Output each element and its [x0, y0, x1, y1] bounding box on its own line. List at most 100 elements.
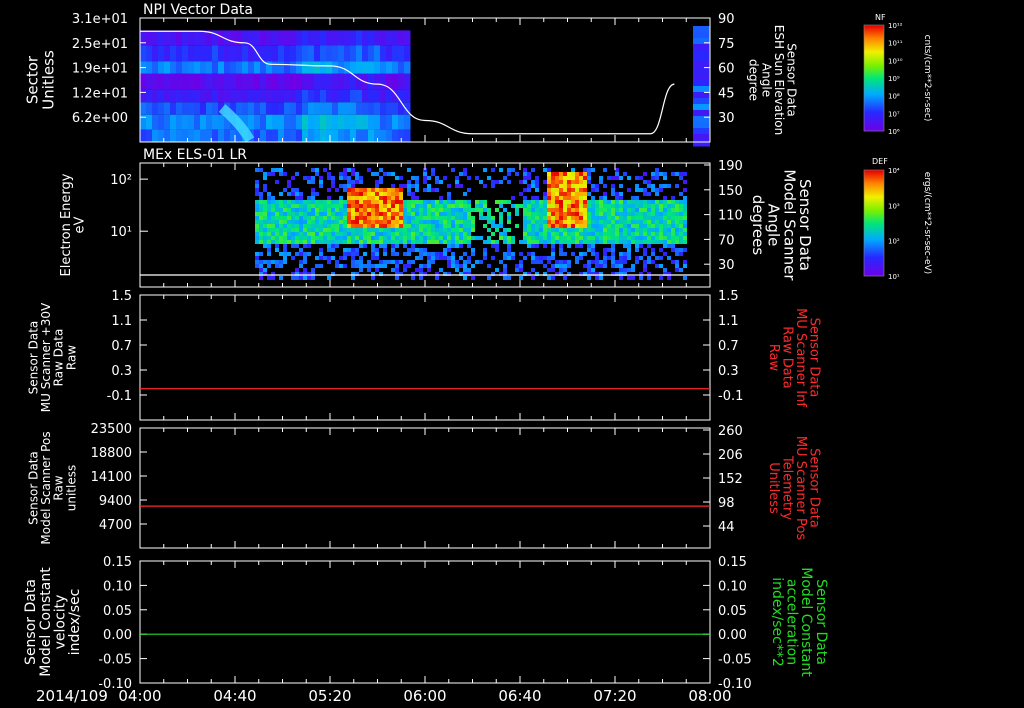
- heatmap-cell: [260, 102, 267, 115]
- heatmap-cell: [463, 268, 467, 272]
- heatmap-cell: [379, 176, 383, 180]
- heatmap-cell: [435, 224, 439, 228]
- heatmap-cell: [319, 252, 323, 256]
- heatmap-cell: [439, 208, 443, 212]
- heatmap-cell: [663, 176, 667, 180]
- panel-npi: NPI Vector Data3.1e+012.5e+011.9e+011.2e…: [24, 2, 799, 147]
- heatmap-cell: [295, 240, 299, 244]
- heatmap-cell: [483, 252, 487, 256]
- heatmap-cell: [635, 212, 639, 216]
- heatmap-cell: [383, 192, 387, 196]
- heatmap-cell: [344, 73, 351, 90]
- heatmap-cell: [307, 228, 311, 232]
- heatmap-cell: [371, 208, 375, 212]
- heatmap-cell: [471, 224, 475, 228]
- heatmap-cell: [693, 140, 710, 147]
- heatmap-cell: [326, 114, 333, 130]
- heatmap-cell: [407, 212, 411, 216]
- heatmap-cell: [359, 244, 363, 248]
- heatmap-cell: [391, 204, 395, 208]
- heatmap-cell: [615, 264, 619, 268]
- heatmap-cell: [259, 260, 263, 264]
- heatmap-cell: [320, 129, 327, 142]
- axis-label-line: Sensor Data: [813, 579, 829, 665]
- heatmap-cell: [278, 45, 285, 62]
- heatmap-cell: [567, 236, 571, 240]
- heatmap-cell: [263, 212, 267, 216]
- heatmap-cell: [350, 102, 357, 115]
- heatmap-cell: [575, 236, 579, 240]
- heatmap-cell: [343, 216, 347, 220]
- heatmap-cell: [283, 220, 287, 224]
- heatmap-cell: [683, 196, 687, 200]
- heatmap-cell: [347, 204, 351, 208]
- heatmap-cell: [523, 172, 527, 176]
- heatmap-cell: [164, 89, 171, 103]
- heatmap-cell: [675, 212, 679, 216]
- colorbar-1: DEF10⁴10³10²10¹ergs/(cm**2-sr-sec-eV): [863, 157, 932, 281]
- heatmap-cell: [439, 236, 443, 240]
- heatmap-cell: [583, 204, 587, 208]
- heatmap-cell: [323, 212, 327, 216]
- heatmap-cell: [471, 208, 475, 212]
- heatmap-cell: [531, 256, 535, 260]
- heatmap-cell: [531, 260, 535, 264]
- heatmap-cell: [404, 30, 411, 46]
- heatmap-cell: [267, 192, 271, 196]
- heatmap-cell: [375, 236, 379, 240]
- heatmap-cell: [627, 256, 631, 260]
- heatmap-cell: [439, 204, 443, 208]
- heatmap-cell: [315, 224, 319, 228]
- heatmap-cell: [423, 240, 427, 244]
- heatmap-cell: [335, 204, 339, 208]
- heatmap-cell: [419, 208, 423, 212]
- heatmap-cell: [459, 184, 463, 188]
- heatmap-cell: [335, 200, 339, 204]
- heatmap-cell: [491, 244, 495, 248]
- heatmap-cell: [303, 232, 307, 236]
- heatmap-cell: [535, 260, 539, 264]
- heatmap-cell: [619, 192, 623, 196]
- heatmap-cell: [587, 264, 591, 268]
- heatmap-cell: [579, 196, 583, 200]
- heatmap-cell: [651, 220, 655, 224]
- y2-axis-label: Sensor DataESH Sun ElevationAngledegree: [747, 25, 799, 135]
- heatmap-cell: [368, 45, 375, 62]
- colorbar-tick-label: 10²: [888, 238, 900, 246]
- heatmap-cell: [591, 224, 595, 228]
- heatmap-cell: [571, 252, 575, 256]
- heatmap-cell: [359, 268, 363, 272]
- heatmap-cell: [575, 228, 579, 232]
- heatmap-cell: [539, 212, 543, 216]
- y2-tick-label: 150: [718, 184, 743, 199]
- heatmap-cell: [475, 208, 479, 212]
- heatmap-cell: [463, 208, 467, 212]
- heatmap-cell: [671, 236, 675, 240]
- heatmap-cell: [659, 236, 663, 240]
- heatmap-cell: [146, 129, 153, 142]
- heatmap-cell: [643, 232, 647, 236]
- heatmap-cell: [655, 228, 659, 232]
- heatmap-cell: [311, 236, 315, 240]
- heatmap-cell: [675, 252, 679, 256]
- heatmap-cell: [295, 220, 299, 224]
- heatmap-cell: [299, 196, 303, 200]
- heatmap-cell: [295, 276, 299, 280]
- heatmap-cell: [503, 276, 507, 280]
- heatmap-cell: [188, 61, 195, 74]
- heatmap-cell: [435, 204, 439, 208]
- heatmap-cell: [170, 114, 177, 130]
- heatmap-cell: [611, 208, 615, 212]
- heatmap-cell: [371, 276, 375, 280]
- heatmap-cell: [559, 244, 563, 248]
- heatmap-cell: [279, 232, 283, 236]
- heatmap-cell: [326, 45, 333, 62]
- heatmap-cell: [643, 228, 647, 232]
- heatmap-cell: [491, 240, 495, 244]
- heatmap-cell: [326, 73, 333, 90]
- heatmap-cell: [278, 114, 285, 130]
- panel-els: MEx ELS-01 LR10²10¹1901501107030Electron…: [59, 147, 814, 288]
- heatmap-cell: [399, 176, 403, 180]
- heatmap-cell: [531, 276, 535, 280]
- heatmap-cell: [371, 220, 375, 224]
